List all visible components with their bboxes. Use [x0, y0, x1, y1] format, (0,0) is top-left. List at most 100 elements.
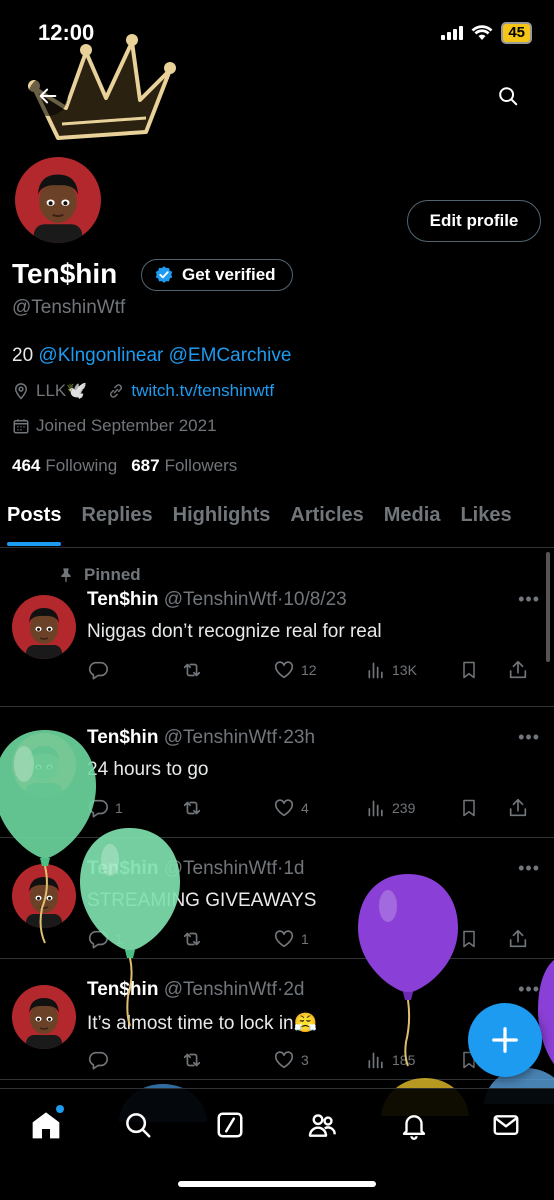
scrollbar[interactable]: [546, 552, 550, 662]
like-count: 3: [301, 1052, 309, 1068]
followers-label: Followers: [164, 456, 238, 475]
views-icon: [368, 662, 383, 679]
more-options-icon[interactable]: •••: [518, 858, 540, 879]
post-actions: 1 4 239: [87, 797, 547, 819]
battery-indicator: 45: [501, 22, 532, 44]
notification-dot: [56, 1105, 64, 1113]
avatar-illustration: [12, 595, 76, 659]
share-icon: [509, 798, 527, 817]
repost-icon: [183, 663, 201, 677]
bio-mention-emcarchive[interactable]: @EMCarchive: [169, 345, 292, 366]
profile-website[interactable]: twitch.tv/tenshinwtf: [107, 381, 274, 401]
get-verified-button[interactable]: Get verified: [141, 259, 293, 291]
tab-posts[interactable]: Posts: [7, 496, 62, 546]
post-time[interactable]: 1d: [283, 858, 304, 879]
like-button[interactable]: 12: [273, 659, 366, 681]
wifi-icon: [471, 25, 493, 40]
like-button[interactable]: 4: [273, 797, 366, 819]
messages-icon: [493, 1115, 519, 1135]
repost-button[interactable]: [180, 1049, 273, 1071]
repost-button[interactable]: [180, 659, 273, 681]
search-button[interactable]: [488, 76, 528, 116]
following-count: 464: [12, 456, 41, 475]
reply-icon: [88, 1051, 108, 1070]
more-options-icon[interactable]: •••: [518, 727, 540, 748]
reply-count: 1: [115, 800, 123, 816]
tab-replies[interactable]: Replies: [81, 496, 152, 547]
post-avatar[interactable]: [12, 985, 76, 1049]
back-button[interactable]: [28, 76, 68, 116]
tab-active-indicator: [7, 542, 62, 546]
followers-count: 687: [131, 456, 160, 475]
following-link[interactable]: 464 Following: [12, 456, 117, 476]
reply-button[interactable]: [87, 659, 180, 681]
grok-icon: [217, 1112, 243, 1138]
balloon-green-small: [80, 828, 180, 1027]
status-icons: 45: [441, 22, 532, 44]
post-author-handle[interactable]: @TenshinWtf: [164, 727, 277, 748]
profile-avatar[interactable]: [12, 154, 104, 246]
get-verified-label: Get verified: [182, 265, 276, 284]
tab-media[interactable]: Media: [384, 496, 441, 547]
nav-messages[interactable]: [484, 1103, 528, 1147]
verified-badge-icon: [155, 266, 173, 283]
avatar-illustration: [15, 157, 101, 243]
bio-mention-klngonlinear[interactable]: @Klngonlinear: [38, 345, 163, 366]
nav-grok[interactable]: [208, 1103, 252, 1147]
share-button[interactable]: [507, 797, 529, 819]
communities-icon: [308, 1114, 336, 1137]
more-options-icon[interactable]: •••: [518, 589, 540, 610]
back-arrow-icon: [39, 88, 57, 104]
share-button[interactable]: [507, 928, 529, 950]
post-time[interactable]: 10/8/23: [283, 589, 346, 610]
like-button[interactable]: 1: [273, 928, 366, 950]
heart-icon: [274, 799, 294, 817]
post-author-name[interactable]: Ten$hin: [87, 589, 158, 610]
signal-icon: [441, 26, 464, 40]
repost-icon: [183, 1053, 201, 1067]
repost-icon: [183, 801, 201, 815]
profile-joined: Joined September 2021: [12, 416, 217, 436]
nav-notifications[interactable]: [392, 1103, 436, 1147]
post-text: 24 hours to go: [87, 759, 209, 780]
views-button[interactable]: 239: [366, 798, 459, 818]
repost-button[interactable]: [180, 928, 273, 950]
post[interactable]: Pinned Ten$hin @TenshinWtf·10/8/23 ••• N…: [0, 549, 554, 707]
edit-profile-button[interactable]: Edit profile: [407, 200, 541, 242]
heart-icon: [274, 930, 294, 948]
tab-label: Highlights: [172, 504, 271, 526]
profile-location: LLK🕊️: [12, 381, 87, 401]
profile-handle: @TenshinWtf: [12, 297, 126, 318]
post-avatar[interactable]: [12, 595, 76, 659]
nav-home[interactable]: [24, 1103, 68, 1147]
followers-link[interactable]: 687 Followers: [131, 456, 237, 476]
search-icon: [499, 87, 518, 106]
website-link[interactable]: twitch.tv/tenshinwtf: [131, 381, 274, 401]
tab-articles[interactable]: Articles: [290, 496, 363, 547]
compose-post-button[interactable]: [468, 1003, 542, 1077]
repost-button[interactable]: [180, 797, 273, 819]
bookmark-button[interactable]: [459, 659, 507, 681]
bookmark-button[interactable]: [459, 928, 507, 950]
tab-highlights[interactable]: Highlights: [173, 496, 271, 547]
post-time[interactable]: 2d: [283, 979, 304, 1000]
home-indicator[interactable]: [178, 1181, 376, 1187]
reply-icon: [88, 661, 108, 680]
tab-likes[interactable]: Likes: [460, 496, 511, 547]
nav-communities[interactable]: [300, 1103, 344, 1147]
heart-icon: [274, 1051, 294, 1069]
reply-button[interactable]: [87, 1049, 180, 1071]
like-button[interactable]: 3: [273, 1049, 366, 1071]
joined-text: Joined September 2021: [36, 416, 217, 435]
pinned-indicator: Pinned: [58, 565, 141, 585]
views-button[interactable]: 13K: [366, 660, 459, 680]
reply-button[interactable]: 1: [87, 797, 180, 819]
home-icon: [32, 1112, 60, 1139]
heart-icon: [274, 661, 294, 679]
bookmark-icon: [463, 661, 475, 679]
share-button[interactable]: [507, 659, 529, 681]
post-author-handle[interactable]: @TenshinWtf: [164, 589, 277, 610]
post-time[interactable]: 23h: [283, 727, 315, 748]
nav-search[interactable]: [116, 1103, 160, 1147]
bookmark-button[interactable]: [459, 797, 507, 819]
